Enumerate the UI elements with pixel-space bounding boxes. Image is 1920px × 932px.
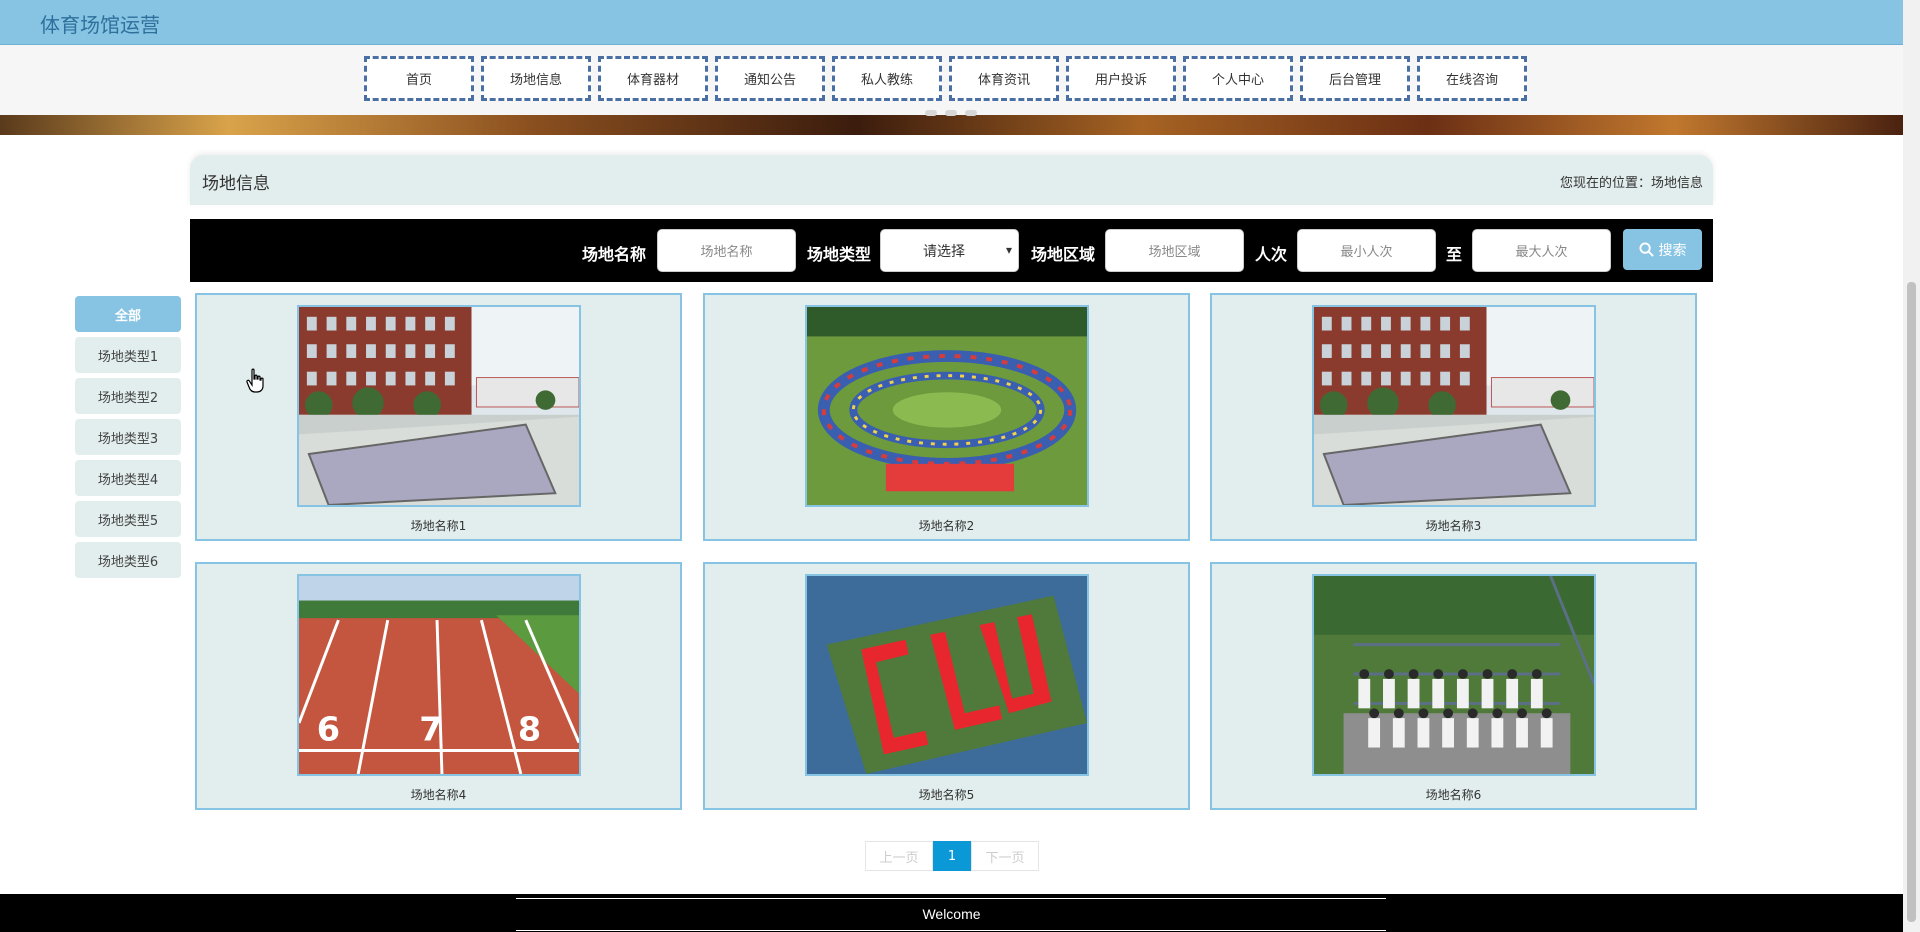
venue-name[interactable]: 场地名称1 <box>197 517 680 534</box>
nav-item-venue-info[interactable]: 场地信息 <box>481 56 591 101</box>
max-count-input[interactable]: 最大人次 <box>1472 229 1611 272</box>
page-title: 场地信息 <box>202 174 270 194</box>
page-number-current[interactable]: 1 <box>933 841 971 871</box>
category-type-1[interactable]: 场地类型1 <box>75 337 181 373</box>
circle-gathering-photo[interactable] <box>805 305 1089 507</box>
venue-area-label: 场地区域 <box>1031 245 1096 264</box>
svg-text:8: 8 <box>518 710 541 749</box>
scrollbar-thumb[interactable] <box>1907 282 1916 922</box>
category-type-3[interactable]: 场地类型3 <box>75 419 181 455</box>
hand-cursor-icon <box>246 368 264 393</box>
app-title: 体育场馆运营 <box>40 13 160 37</box>
venue-type-select[interactable]: 请选择 ▾ <box>880 229 1019 272</box>
venue-card[interactable]: 场地名称6 <box>1210 562 1697 810</box>
venue-name[interactable]: 场地名称3 <box>1212 517 1695 534</box>
category-type-2[interactable]: 场地类型2 <box>75 378 181 414</box>
red-letters-field-photo[interactable] <box>805 574 1089 776</box>
nav-item-private-coach[interactable]: 私人教练 <box>832 56 942 101</box>
page-header: 场地信息 您现在的位置：场地信息 <box>190 155 1713 205</box>
search-button[interactable]: 搜索 <box>1623 229 1702 270</box>
nav-item-admin[interactable]: 后台管理 <box>1300 56 1410 101</box>
venue-card[interactable]: 6 7 8 场地名称4 <box>195 562 682 810</box>
category-type-6[interactable]: 场地类型6 <box>75 542 181 578</box>
pagination: 上一页 1 下一页 <box>865 841 1039 871</box>
venue-card[interactable]: 场地名称5 <box>703 562 1190 810</box>
carousel-dot[interactable] <box>925 110 937 116</box>
breadcrumb: 您现在的位置：场地信息 <box>1559 176 1703 191</box>
main-nav: 首页 场地信息 体育器材 通知公告 私人教练 体育资讯 用户投诉 个人中心 后台… <box>364 56 1534 101</box>
category-list: 全部 场地类型1 场地类型2 场地类型3 场地类型4 场地类型5 场地类型6 <box>75 296 181 583</box>
venue-card[interactable]: 场地名称2 <box>703 293 1190 541</box>
nav-item-complaints[interactable]: 用户投诉 <box>1066 56 1176 101</box>
nav-item-home[interactable]: 首页 <box>364 56 474 101</box>
building-court-photo[interactable] <box>1312 305 1596 507</box>
svg-text:6: 6 <box>317 710 340 749</box>
nav-item-online-consult[interactable]: 在线咨询 <box>1417 56 1527 101</box>
main-nav-bar: 首页 场地信息 体育器材 通知公告 私人教练 体育资讯 用户投诉 个人中心 后台… <box>0 45 1903 115</box>
venue-name-label: 场地名称 <box>582 245 647 264</box>
venue-area-input[interactable]: 场地区域 <box>1105 229 1244 272</box>
top-header: 体育场馆运营 <box>0 0 1903 45</box>
venue-card[interactable]: 场地名称3 <box>1210 293 1697 541</box>
prev-page-button[interactable]: 上一页 <box>865 841 933 871</box>
footer-divider <box>516 898 1386 899</box>
search-bar: 场地名称 场地名称 场地类型 请选择 ▾ 场地区域 场地区域 人次 最小人次 至… <box>190 219 1713 282</box>
venue-name[interactable]: 场地名称5 <box>705 786 1188 803</box>
next-page-button[interactable]: 下一页 <box>971 841 1039 871</box>
search-button-label: 搜索 <box>1658 242 1687 259</box>
footer-divider <box>516 930 1386 931</box>
carousel-indicators <box>925 110 977 116</box>
venue-name[interactable]: 场地名称4 <box>197 786 680 803</box>
running-track-photo[interactable]: 6 7 8 <box>297 574 581 776</box>
carousel-dot[interactable] <box>945 110 957 116</box>
nav-item-notices[interactable]: 通知公告 <box>715 56 825 101</box>
range-to-label: 至 <box>1446 245 1463 264</box>
nav-item-sports-news[interactable]: 体育资讯 <box>949 56 1059 101</box>
venue-card[interactable]: 场地名称1 <box>195 293 682 541</box>
venue-type-label: 场地类型 <box>807 245 872 264</box>
nav-item-personal-center[interactable]: 个人中心 <box>1183 56 1293 101</box>
svg-text:7: 7 <box>419 710 442 749</box>
chevron-down-icon: ▾ <box>1005 243 1012 257</box>
min-count-input[interactable]: 最小人次 <box>1297 229 1436 272</box>
carousel-dot[interactable] <box>965 110 977 116</box>
group-photo[interactable] <box>1312 574 1596 776</box>
footer: Welcome <box>0 894 1903 932</box>
search-icon <box>1638 242 1654 257</box>
venue-name[interactable]: 场地名称6 <box>1212 786 1695 803</box>
venue-name-input[interactable]: 场地名称 <box>657 229 796 272</box>
footer-welcome: Welcome <box>922 906 981 922</box>
category-type-4[interactable]: 场地类型4 <box>75 460 181 496</box>
count-label: 人次 <box>1255 245 1288 264</box>
banner-carousel <box>0 115 1903 135</box>
venue-type-selected: 请选择 <box>923 243 965 260</box>
venue-name[interactable]: 场地名称2 <box>705 517 1188 534</box>
category-all[interactable]: 全部 <box>75 296 181 332</box>
nav-item-equipment[interactable]: 体育器材 <box>598 56 708 101</box>
building-court-photo[interactable] <box>297 305 581 507</box>
category-type-5[interactable]: 场地类型5 <box>75 501 181 537</box>
